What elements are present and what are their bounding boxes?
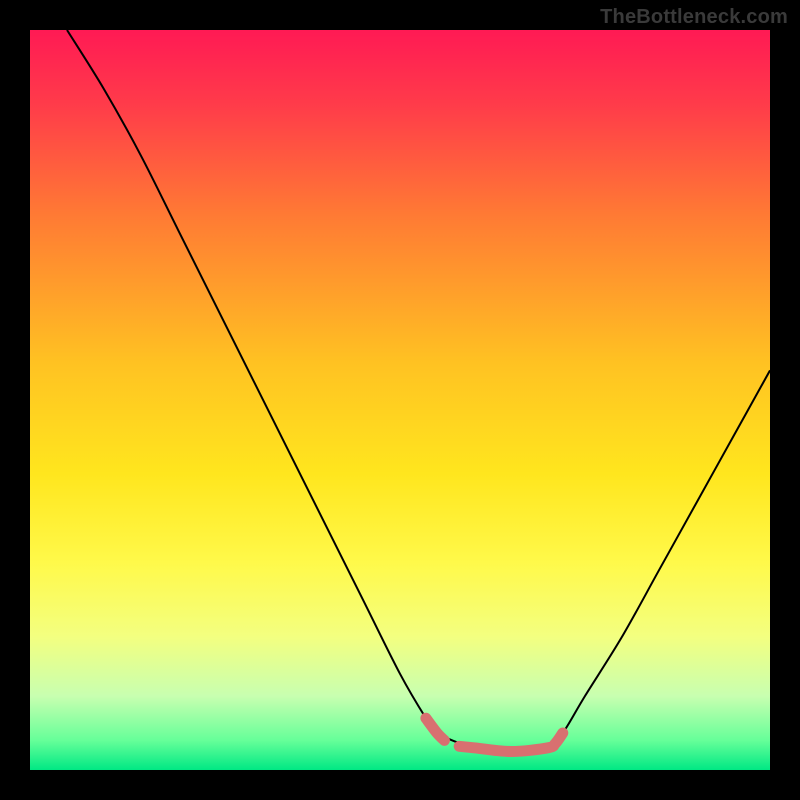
gradient-background	[30, 30, 770, 770]
chart-stage: TheBottleneck.com	[0, 0, 800, 800]
watermark-text: TheBottleneck.com	[600, 6, 788, 29]
plot-area	[30, 30, 770, 770]
chart-svg	[30, 30, 770, 770]
